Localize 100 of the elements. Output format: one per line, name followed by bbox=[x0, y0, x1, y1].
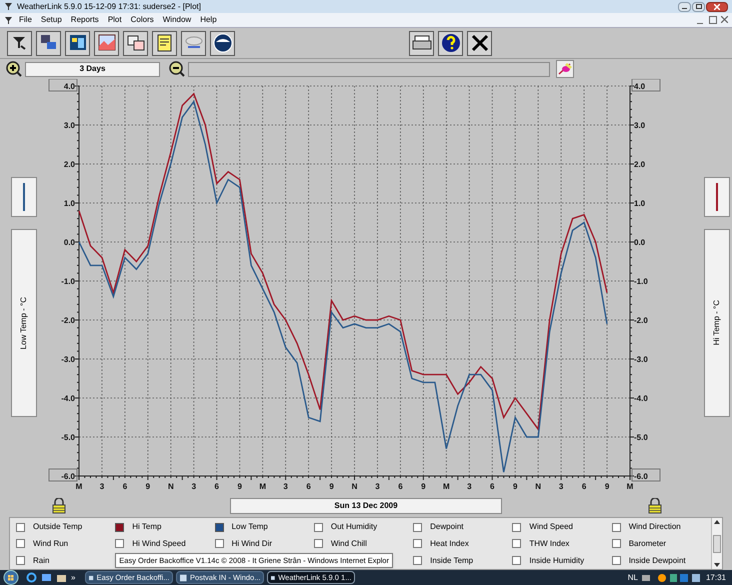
x-tick-label: M bbox=[76, 482, 82, 491]
menu-item[interactable]: File bbox=[19, 14, 32, 26]
folder-icon[interactable] bbox=[56, 572, 67, 583]
overflow-chevron[interactable]: » bbox=[71, 572, 76, 584]
y-tick-label: -1.0 bbox=[61, 277, 75, 286]
x-tick-label: 6 bbox=[398, 482, 403, 491]
y-tick-label: 3.0 bbox=[634, 121, 646, 130]
field-label: Rain bbox=[33, 554, 50, 567]
window-icon bbox=[271, 574, 276, 582]
y-tick-label: -4.0 bbox=[634, 394, 648, 403]
toolbar-button[interactable] bbox=[7, 30, 32, 56]
date-label: Sun 13 Dec 2009 bbox=[230, 498, 502, 514]
lock-icon[interactable] bbox=[648, 498, 662, 514]
menu-item[interactable]: Help bbox=[200, 14, 217, 26]
y-tick-label: 1.0 bbox=[64, 199, 75, 208]
field-label: Hi Wind Dir bbox=[232, 538, 272, 550]
y-tick-label: -3.0 bbox=[61, 355, 75, 364]
x-tick-label: N bbox=[352, 482, 358, 491]
checkbox[interactable] bbox=[512, 539, 522, 548]
toolbar-button[interactable] bbox=[65, 30, 90, 56]
toolbar-button[interactable] bbox=[409, 30, 434, 56]
field-label: Wind Speed bbox=[529, 521, 574, 534]
checkbox[interactable] bbox=[314, 522, 323, 532]
y-tick-label: 3.0 bbox=[64, 121, 75, 130]
checkbox[interactable] bbox=[115, 522, 124, 532]
checkbox[interactable] bbox=[314, 539, 323, 548]
zoom-in-icon[interactable] bbox=[6, 61, 22, 77]
maximize-button[interactable] bbox=[692, 2, 705, 12]
field-label: Outside Temp bbox=[33, 521, 82, 534]
tray-icons[interactable] bbox=[642, 572, 702, 582]
scrollbar[interactable] bbox=[711, 518, 722, 569]
x-tick-label: 9 bbox=[421, 482, 426, 491]
x-tick-label: 9 bbox=[604, 482, 610, 491]
language-indicator[interactable]: NL bbox=[628, 572, 638, 584]
y-tick-label: 4.0 bbox=[64, 82, 75, 91]
field-label: Inside Humidity bbox=[529, 554, 584, 567]
x-tick-label: 9 bbox=[512, 482, 518, 491]
checkbox[interactable] bbox=[512, 522, 522, 532]
checkbox[interactable] bbox=[115, 539, 124, 548]
range-field[interactable]: 3 Days bbox=[25, 62, 160, 76]
y-tick-label: 2.0 bbox=[64, 160, 75, 169]
y-tick-label: -6.0 bbox=[634, 472, 648, 481]
toolbar-button[interactable] bbox=[123, 30, 148, 56]
restore-button[interactable] bbox=[709, 16, 717, 24]
checkbox[interactable] bbox=[16, 522, 25, 532]
field-label: Hi Wind Speed bbox=[132, 538, 186, 550]
series-swatch-button[interactable] bbox=[704, 177, 730, 217]
globe-icon bbox=[212, 32, 234, 54]
checkbox[interactable] bbox=[16, 539, 25, 548]
x-tick-label: 6 bbox=[122, 482, 128, 491]
checkbox[interactable] bbox=[512, 556, 522, 566]
checkbox[interactable] bbox=[214, 522, 224, 532]
axis-label: Low Temp - °C bbox=[18, 296, 29, 350]
field-label: Low Temp bbox=[232, 521, 268, 534]
toolbar-button[interactable] bbox=[438, 30, 463, 56]
menu-item[interactable]: Plot bbox=[108, 14, 122, 26]
checkbox[interactable] bbox=[16, 556, 25, 566]
close-button[interactable] bbox=[706, 2, 728, 12]
toolbar-button[interactable] bbox=[152, 30, 177, 56]
menu-item[interactable]: Setup bbox=[40, 14, 62, 26]
x-tick-label: 6 bbox=[214, 482, 219, 491]
x-tick-label: 9 bbox=[329, 482, 334, 491]
menu-item[interactable]: Window bbox=[162, 14, 192, 26]
field-label: Wind Run bbox=[33, 538, 68, 550]
scroll-down-icon[interactable] bbox=[714, 563, 720, 567]
y-tick-label: -2.0 bbox=[61, 316, 75, 325]
checkbox[interactable] bbox=[612, 556, 621, 566]
toolbar-button[interactable] bbox=[210, 30, 235, 56]
toolbar-button[interactable] bbox=[467, 30, 492, 56]
checkbox[interactable] bbox=[612, 522, 621, 532]
browser-icon[interactable] bbox=[26, 572, 37, 583]
checkbox[interactable] bbox=[413, 522, 422, 532]
checkbox[interactable] bbox=[612, 539, 621, 548]
x-tick-label: 3 bbox=[467, 482, 472, 491]
x-tick-label: 3 bbox=[100, 482, 104, 491]
series-swatch-button[interactable] bbox=[11, 177, 37, 217]
window-title: WeatherLink 5.9.0 15-12-09 17:31: suderse2 - [Plot] bbox=[17, 2, 201, 10]
zoom-out-icon[interactable] bbox=[169, 61, 185, 77]
field-label: THW Index bbox=[529, 538, 570, 550]
scroll-up-icon[interactable] bbox=[714, 520, 720, 524]
y-tick-label: -1.0 bbox=[634, 277, 648, 286]
y-tick-label: -5.0 bbox=[634, 433, 648, 442]
checkbox[interactable] bbox=[214, 539, 224, 548]
menu-item[interactable]: Reports bbox=[70, 14, 99, 26]
minimize-button[interactable] bbox=[678, 2, 691, 12]
x-tick-label: 3 bbox=[192, 482, 196, 491]
toolbar-button[interactable] bbox=[36, 30, 61, 56]
eraser-icon[interactable] bbox=[556, 60, 574, 78]
scroll-field[interactable] bbox=[188, 62, 550, 76]
x-tick-label: M bbox=[259, 482, 266, 491]
close-icon[interactable] bbox=[721, 16, 728, 23]
field-label: Hi Temp bbox=[132, 521, 162, 534]
lock-icon[interactable] bbox=[52, 498, 66, 514]
x-tick-label: 3 bbox=[375, 482, 380, 491]
menu-item[interactable]: Colors bbox=[130, 14, 154, 26]
desktop-icon[interactable] bbox=[41, 572, 52, 583]
checkbox[interactable] bbox=[413, 556, 422, 566]
y-tick-label: -3.0 bbox=[634, 355, 648, 364]
toolbar-button[interactable] bbox=[94, 30, 119, 56]
checkbox[interactable] bbox=[413, 539, 422, 548]
